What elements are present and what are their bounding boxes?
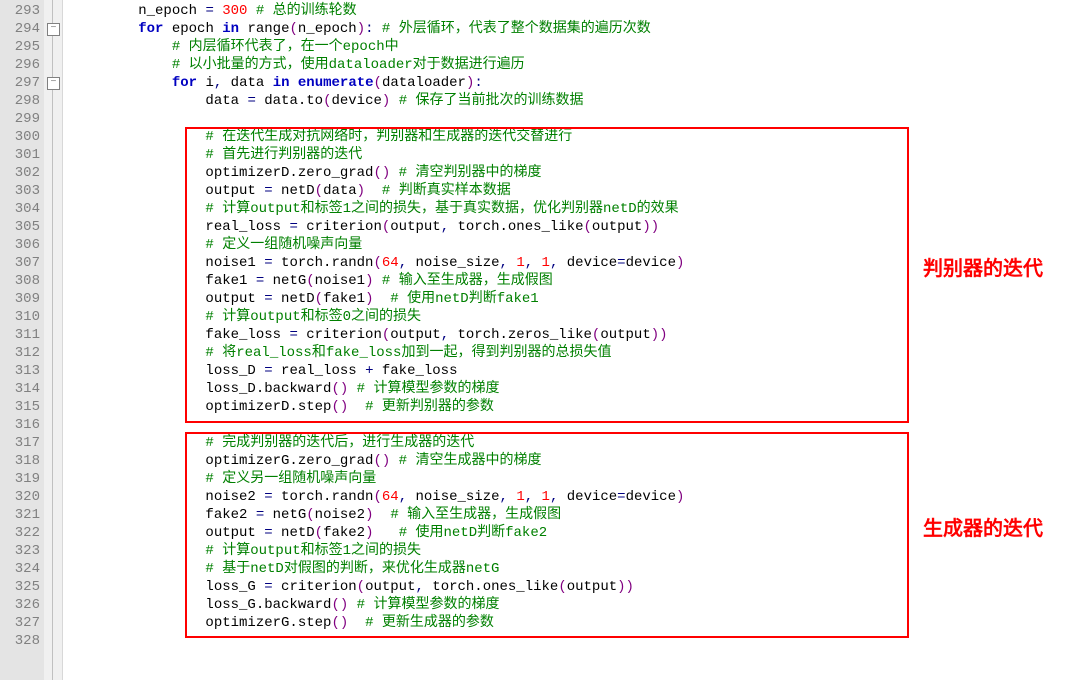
code-area[interactable]: n_epoch = 300 # 总的训练轮数 for epoch in rang… [63, 0, 1080, 680]
line-number: 307 [0, 254, 40, 272]
fold-column: −− [44, 0, 63, 680]
line-number: 297 [0, 74, 40, 92]
line-number: 312 [0, 344, 40, 362]
code-editor: 2932942952962972982993003013023033043053… [0, 0, 1080, 680]
label-discriminator: 判别器的迭代 [923, 260, 1043, 278]
label-generator: 生成器的迭代 [923, 520, 1043, 538]
line-number: 328 [0, 632, 40, 650]
line-number: 300 [0, 128, 40, 146]
line-number: 309 [0, 290, 40, 308]
line-number: 326 [0, 596, 40, 614]
line-number: 302 [0, 164, 40, 182]
line-number-gutter: 2932942952962972982993003013023033043053… [0, 0, 44, 680]
line-number: 298 [0, 92, 40, 110]
line-number: 308 [0, 272, 40, 290]
line-number: 320 [0, 488, 40, 506]
line-number: 310 [0, 308, 40, 326]
fold-toggle[interactable]: − [47, 77, 60, 90]
line-number: 319 [0, 470, 40, 488]
line-number: 323 [0, 542, 40, 560]
line-number: 316 [0, 416, 40, 434]
line-number: 305 [0, 218, 40, 236]
line-number: 325 [0, 578, 40, 596]
line-number: 294 [0, 20, 40, 38]
line-number: 303 [0, 182, 40, 200]
line-number: 318 [0, 452, 40, 470]
line-number: 315 [0, 398, 40, 416]
fold-toggle[interactable]: − [47, 23, 60, 36]
line-number: 321 [0, 506, 40, 524]
fold-guide-line [52, 0, 53, 680]
line-number: 295 [0, 38, 40, 56]
line-number: 311 [0, 326, 40, 344]
line-number: 322 [0, 524, 40, 542]
line-number: 296 [0, 56, 40, 74]
line-number: 299 [0, 110, 40, 128]
line-number: 327 [0, 614, 40, 632]
line-number: 317 [0, 434, 40, 452]
line-number: 324 [0, 560, 40, 578]
code-text[interactable]: n_epoch = 300 # 总的训练轮数 for epoch in rang… [63, 2, 1080, 650]
line-number: 301 [0, 146, 40, 164]
line-number: 304 [0, 200, 40, 218]
line-number: 313 [0, 362, 40, 380]
line-number: 314 [0, 380, 40, 398]
line-number: 306 [0, 236, 40, 254]
line-number: 293 [0, 2, 40, 20]
